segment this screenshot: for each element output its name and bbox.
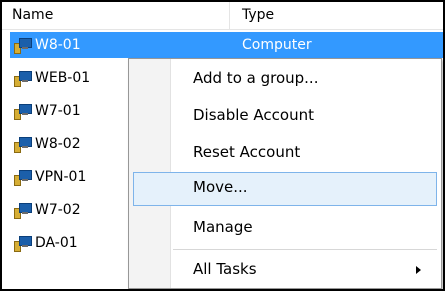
menu-item-label: Manage	[193, 218, 253, 236]
computer-icon	[14, 103, 33, 120]
column-header-name-label: Name	[12, 7, 54, 23]
list-item-label: W8-01	[35, 37, 81, 53]
list-item-label: W7-01	[35, 103, 81, 119]
list-item-w8-01[interactable]: W8-01 Computer	[10, 32, 443, 58]
menu-item-label: Disable Account	[193, 106, 314, 124]
computer-icon	[14, 37, 33, 54]
menu-item-label: Reset Account	[193, 143, 301, 161]
list-item-label: WEB-01	[35, 70, 91, 86]
menu-separator	[173, 249, 437, 250]
list-header: Name Type	[2, 2, 443, 30]
menu-item-label: All Tasks	[193, 260, 257, 278]
computer-icon	[14, 202, 33, 219]
list-item-name-cell: WEB-01	[10, 65, 90, 91]
computer-icon	[14, 235, 33, 252]
computer-icon	[14, 70, 33, 87]
list-item-label: W7-02	[35, 202, 81, 218]
list-item-label: VPN-01	[35, 169, 87, 185]
context-menu: Add to a group... Disable Account Reset …	[128, 58, 442, 289]
list-item-name-cell: VPN-01	[10, 164, 86, 190]
menu-item-reset-account[interactable]: Reset Account	[133, 137, 435, 169]
chevron-right-icon	[416, 266, 421, 274]
list-item-name-cell: W7-02	[10, 197, 81, 223]
menu-item-manage[interactable]: Manage	[133, 212, 435, 244]
list-item-name-cell: W7-01	[10, 98, 81, 124]
list-item-type: Computer	[242, 37, 312, 53]
list-item-name-cell: W8-01	[10, 32, 81, 58]
column-header-type[interactable]: Type	[230, 2, 443, 29]
list-item-name-cell: DA-01	[10, 230, 78, 256]
computer-icon	[14, 169, 33, 186]
computer-icon	[14, 136, 33, 153]
list-item-label: DA-01	[35, 235, 78, 251]
menu-item-add-to-group[interactable]: Add to a group...	[133, 63, 435, 95]
menu-item-label: Move...	[193, 178, 248, 196]
column-header-name[interactable]: Name	[2, 2, 230, 29]
menu-item-disable-account[interactable]: Disable Account	[133, 100, 435, 132]
menu-item-all-tasks[interactable]: All Tasks	[133, 254, 435, 286]
list-item-name-cell: W8-02	[10, 131, 81, 157]
menu-item-move[interactable]: Move...	[133, 172, 437, 206]
list-item-label: W8-02	[35, 136, 81, 152]
column-header-type-label: Type	[242, 7, 275, 23]
menu-item-label: Add to a group...	[193, 69, 319, 87]
